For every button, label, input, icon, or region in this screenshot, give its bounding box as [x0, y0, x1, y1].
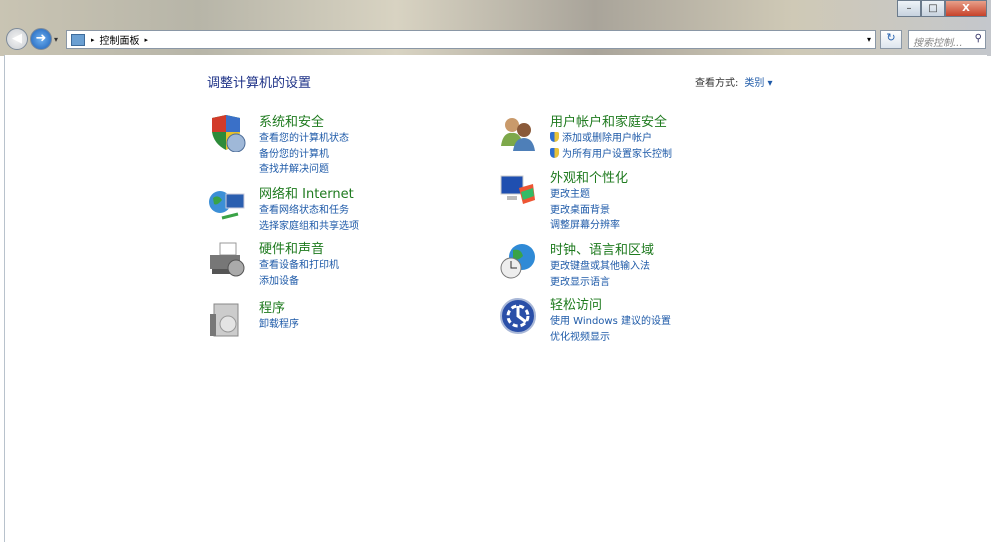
clock-globe-icon[interactable] [499, 242, 537, 280]
category-title[interactable]: 用户帐户和家庭安全 [550, 114, 672, 131]
uac-shield-icon [550, 132, 559, 142]
breadcrumb-chevron[interactable]: ▸ [145, 36, 149, 44]
back-button[interactable]: ◀ [6, 28, 28, 50]
window-frame: – □ X ◀ ➜ ▾ ▸ 控制面板 ▸ ▾ ↻ 搜索控制... ⚲ [0, 0, 991, 56]
category-link[interactable]: 更改桌面背景 [550, 203, 628, 219]
search-input[interactable]: 搜索控制... ⚲ [908, 30, 986, 49]
shield-icon[interactable] [208, 114, 246, 153]
category-title[interactable]: 系统和安全 [259, 114, 349, 131]
category-title[interactable]: 轻松访问 [550, 297, 671, 314]
close-button[interactable]: X [945, 0, 987, 17]
category-title[interactable]: 硬件和声音 [259, 241, 339, 258]
category-link[interactable]: 调整屏幕分辨率 [550, 218, 628, 234]
uac-shield-icon [550, 147, 559, 158]
maximize-button[interactable]: □ [921, 0, 945, 17]
page-title: 调整计算机的设置 [207, 76, 312, 91]
category-link[interactable]: 为所有用户设置家长控制 [550, 147, 672, 163]
category-link[interactable]: 更改键盘或其他输入法 [550, 259, 654, 275]
minimize-button[interactable]: – [897, 0, 921, 17]
category-link[interactable]: 查看设备和打印机 [259, 258, 339, 274]
appearance-icon[interactable] [499, 170, 537, 208]
programs-icon[interactable] [208, 300, 246, 338]
category-link[interactable]: 更改主题 [550, 187, 628, 203]
users-icon[interactable] [499, 114, 537, 152]
view-by: 查看方式: 类别 ▾ [695, 78, 773, 89]
category-title[interactable]: 时钟、语言和区域 [550, 242, 654, 259]
network-icon[interactable] [208, 186, 246, 224]
category-link[interactable]: 查找并解决问题 [259, 162, 349, 178]
category-link[interactable]: 查看网络状态和任务 [259, 203, 359, 219]
address-bar[interactable]: ▸ 控制面板 ▸ ▾ [66, 30, 876, 49]
category-link[interactable]: 添加或删除用户帐户 [550, 131, 672, 147]
category-title[interactable]: 程序 [259, 300, 299, 317]
category-link[interactable]: 卸载程序 [259, 317, 299, 333]
view-by-dropdown[interactable]: 类别 ▾ [744, 78, 772, 89]
ease-of-access-icon[interactable] [499, 297, 537, 335]
category-link[interactable]: 添加设备 [259, 274, 339, 290]
category-title[interactable]: 网络和 Internet [259, 186, 359, 203]
category-link[interactable]: 选择家庭组和共享选项 [259, 219, 359, 235]
address-dropdown[interactable]: ▾ [867, 35, 871, 44]
search-icon: ⚲ [974, 33, 982, 44]
category-link[interactable]: 更改显示语言 [550, 275, 654, 291]
category-link[interactable]: 使用 Windows 建议的设置 [550, 314, 671, 330]
recent-pages-dropdown[interactable]: ▾ [54, 35, 58, 44]
forward-button[interactable]: ➜ [30, 28, 52, 50]
category-link[interactable]: 备份您的计算机 [259, 147, 349, 163]
category-title[interactable]: 外观和个性化 [550, 170, 628, 187]
category-link[interactable]: 查看您的计算机状态 [259, 131, 349, 147]
category-link[interactable]: 优化视频显示 [550, 330, 671, 346]
control-panel-icon [71, 33, 85, 46]
printer-icon[interactable] [208, 241, 246, 279]
refresh-button[interactable]: ↻ [880, 30, 902, 49]
breadcrumb-control-panel[interactable]: 控制面板 [100, 32, 140, 47]
content-area [4, 55, 987, 542]
